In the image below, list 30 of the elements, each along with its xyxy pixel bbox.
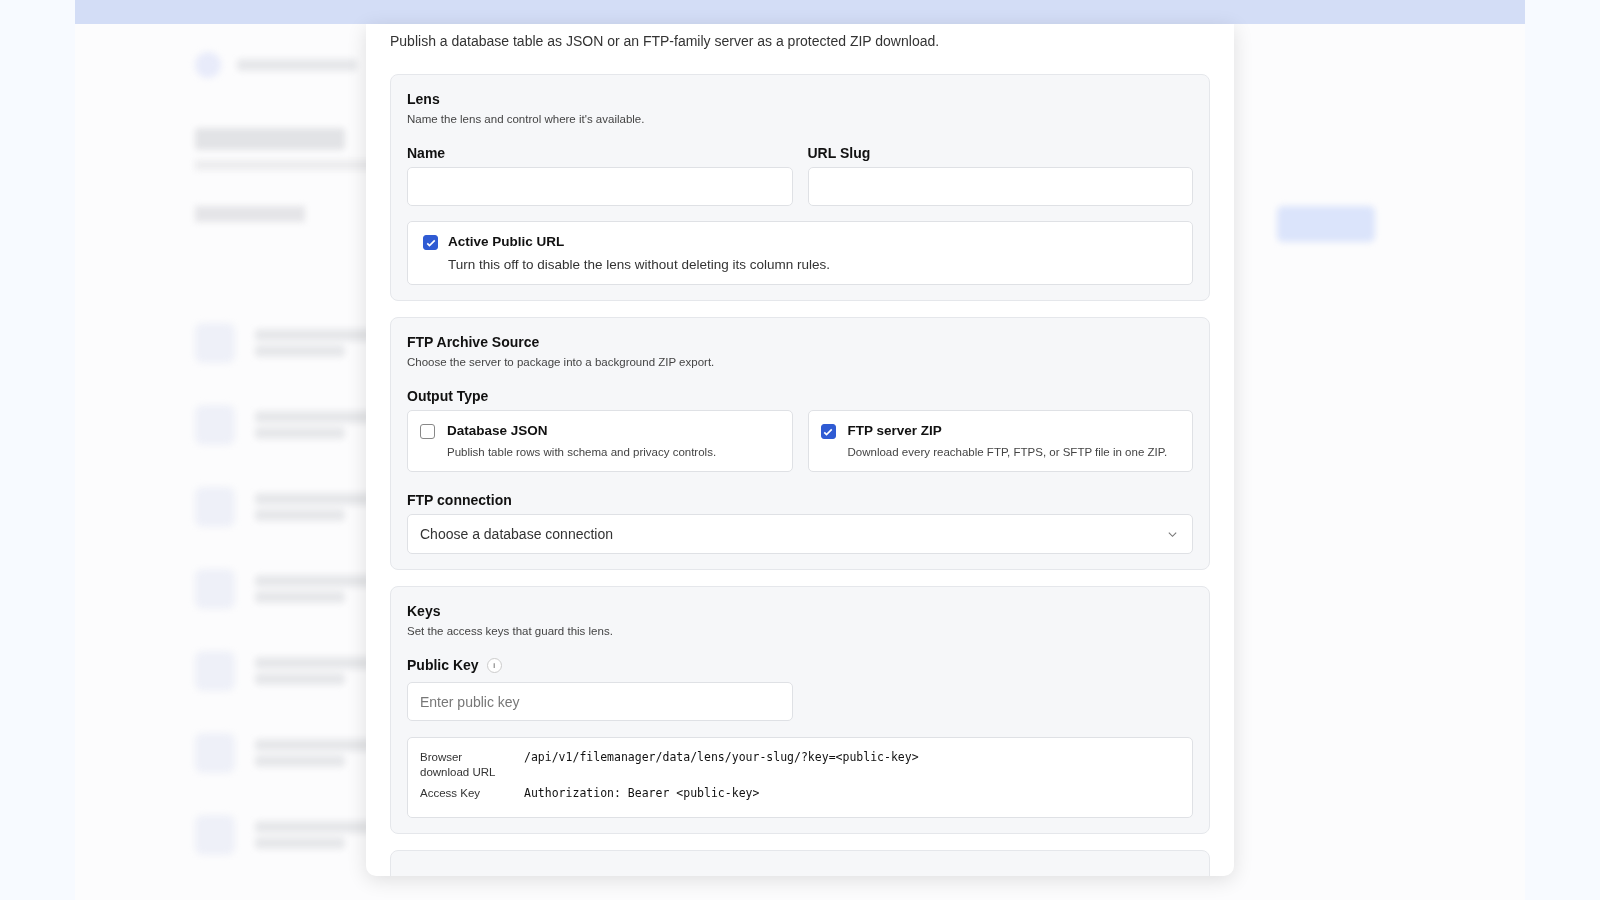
output-type-option[interactable]: FTP server ZIP Download every reachable FTP, FTPS, or SFTP file in one ZIP. (807, 410, 1193, 472)
checkbox-description: Turn this off to disable the lens without deleting its column rules. (448, 257, 830, 272)
section-hint: Choose the server to package into a background ZIP export. (407, 356, 716, 368)
endpoint-label: Access Key (420, 786, 482, 801)
public-key-field[interactable]: Enter public key (407, 682, 793, 721)
field-label: FTP connection (407, 492, 513, 508)
section-hint: Set the access keys that guard this lens. (407, 625, 614, 637)
section-title: Lens (407, 91, 441, 107)
section-title: FTP Archive Source (407, 334, 541, 350)
endpoint-value: /api/v1/filemanager/data/lens/your-slug/?key=<public-key> (524, 750, 920, 766)
connection-select[interactable]: Choose a database connection (407, 514, 1193, 554)
endpoint-label: Browser download URL (420, 750, 497, 780)
option-label: FTP server ZIP (847, 423, 943, 438)
section-title: Keys (407, 603, 442, 619)
checkbox[interactable] (820, 424, 836, 439)
section-hint: Name the lens and control where it's available. (407, 113, 646, 125)
checkbox[interactable] (423, 235, 438, 250)
endpoint-value: Authorization: Bearer <public-key> (524, 786, 761, 801)
output-type-option[interactable]: Database JSON Publish table rows with schema and privacy controls. (407, 410, 793, 472)
field-label: Public Key (407, 657, 479, 673)
field-label: Name (407, 145, 447, 161)
info-icon[interactable]: i (486, 657, 502, 673)
field-label: Output Type (407, 388, 490, 404)
checkbox[interactable] (420, 424, 435, 439)
checkbox-label: Active Public URL (448, 234, 566, 249)
option-description: Publish table rows with schema and privacy controls. (447, 446, 717, 458)
field-label: URL Slug (807, 145, 872, 161)
dialog-description: Publish a database table as JSON or an FTP-family server as a protected ZIP download. (390, 32, 941, 50)
option-description: Download every reachable FTP, FTPS, or SFTP file in one ZIP. (847, 446, 1168, 458)
option-label: Database JSON (447, 423, 549, 438)
